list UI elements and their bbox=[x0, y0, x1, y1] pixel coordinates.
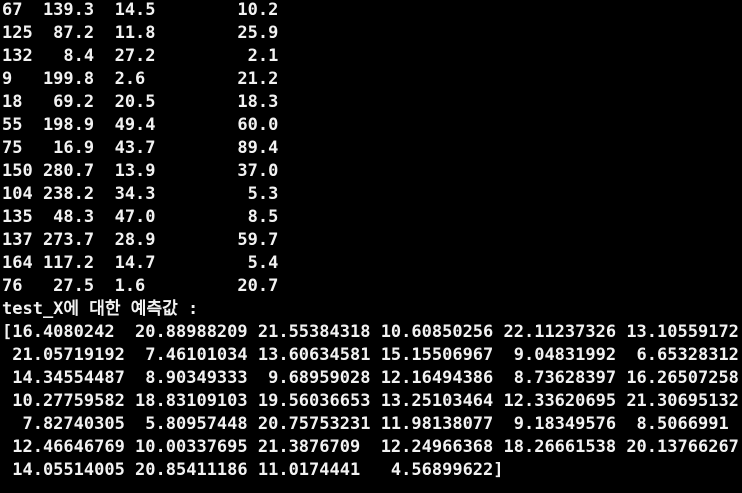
terminal-output: 67 139.3 14.5 10.2 125 87.2 11.8 25.9 132 … bbox=[0, 0, 742, 493]
prediction-array-line: 10.27759582 18.83109103 19.56036653 13.2… bbox=[2, 391, 739, 411]
dataframe-row: 150 280.7 13.9 37.0 bbox=[2, 161, 279, 181]
dataframe-row: 76 27.5 1.6 20.7 bbox=[2, 276, 279, 296]
dataframe-row: 137 273.7 28.9 59.7 bbox=[2, 230, 279, 250]
dataframe-row: 75 16.9 43.7 89.4 bbox=[2, 138, 279, 158]
dataframe-row: 104 238.2 34.3 5.3 bbox=[2, 184, 279, 204]
dataframe-row: 132 8.4 27.2 2.1 bbox=[2, 46, 279, 66]
dataframe-output: 67 139.3 14.5 10.2 125 87.2 11.8 25.9 132 … bbox=[0, 0, 742, 298]
dataframe-row: 9 199.8 2.6 21.2 bbox=[2, 69, 279, 89]
dataframe-row: 55 198.9 49.4 60.0 bbox=[2, 115, 279, 135]
dataframe-row: 125 87.2 11.8 25.9 bbox=[2, 23, 279, 43]
dataframe-row: 164 117.2 14.7 5.4 bbox=[2, 253, 279, 273]
prediction-array-line: 12.46646769 10.00337695 21.3876709 12.24… bbox=[2, 437, 739, 457]
prediction-header: test_X에 대한 예측값 : bbox=[2, 299, 199, 319]
prediction-array-line: 7.82740305 5.80957448 20.75753231 11.981… bbox=[2, 414, 729, 434]
prediction-array-line: 14.34554487 8.90349333 9.68959028 12.164… bbox=[2, 368, 739, 388]
dataframe-row: 135 48.3 47.0 8.5 bbox=[2, 207, 279, 227]
prediction-array-line: 21.05719192 7.46101034 13.60634581 15.15… bbox=[2, 345, 739, 365]
dataframe-row: 67 139.3 14.5 10.2 bbox=[2, 0, 279, 20]
prediction-array-line: [16.4080242 20.88988209 21.55384318 10.6… bbox=[2, 322, 739, 342]
prediction-array-line: 14.05514005 20.85411186 11.0174441 4.568… bbox=[2, 460, 504, 480]
dataframe-row: 18 69.2 20.5 18.3 bbox=[2, 92, 279, 112]
